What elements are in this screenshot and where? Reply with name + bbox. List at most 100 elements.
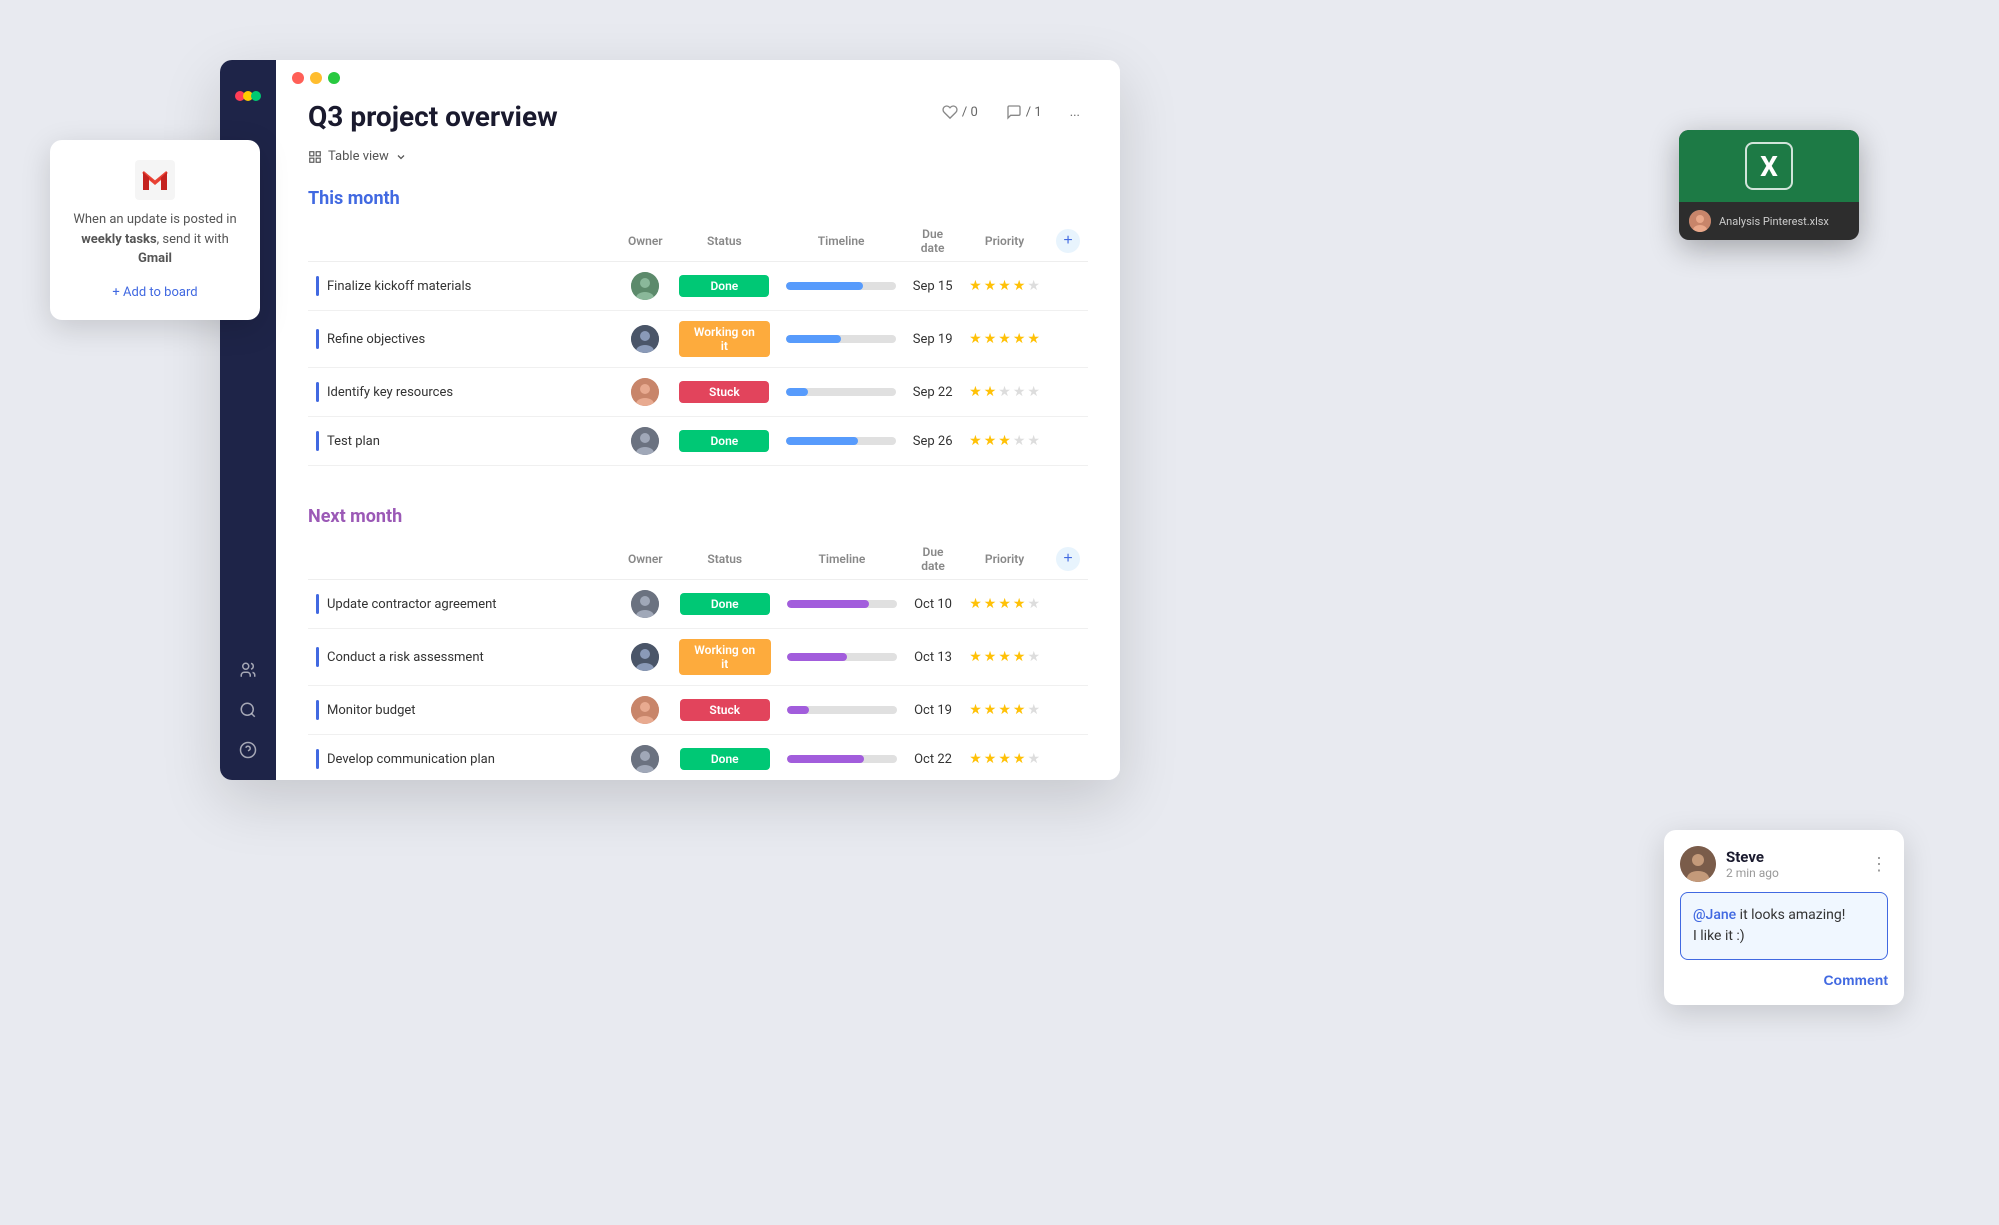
star-3: ★ xyxy=(998,278,1011,294)
comment-menu-button[interactable]: ⋮ xyxy=(1870,854,1888,875)
due-date-cell: Oct 13 xyxy=(905,629,961,686)
comment-timestamp: 2 min ago xyxy=(1726,866,1779,880)
due-date: Oct 13 xyxy=(914,650,952,665)
due-date: Sep 15 xyxy=(913,279,953,294)
star-2: ★ xyxy=(984,433,997,449)
star-5: ★ xyxy=(1027,751,1040,767)
table-row[interactable]: Monitor budget Stuck xyxy=(308,686,1088,735)
star-2: ★ xyxy=(984,751,997,767)
people-icon[interactable] xyxy=(234,656,262,684)
timeline-bar-container xyxy=(787,600,897,608)
task-border xyxy=(316,647,319,667)
due-date-cell: Sep 26 xyxy=(904,417,961,466)
timeline-bar-container xyxy=(786,388,896,396)
timeline-cell xyxy=(778,311,904,368)
status-cell: Working on it xyxy=(671,629,779,686)
page-header: Q3 project overview / 0 / 1 ... xyxy=(308,100,1088,133)
comments-button[interactable]: / 1 xyxy=(998,100,1050,124)
star-4: ★ xyxy=(1013,433,1026,449)
this-month-title: This month xyxy=(308,188,1088,209)
timeline-cell xyxy=(778,417,904,466)
timeline-cell xyxy=(778,368,904,417)
reactions-button[interactable]: / 0 xyxy=(934,100,986,124)
page-title: Q3 project overview xyxy=(308,100,558,133)
search-icon[interactable] xyxy=(234,696,262,724)
excel-footer: Analysis Pinterest.xlsx xyxy=(1679,202,1859,240)
next-month-title: Next month xyxy=(308,506,1088,527)
star-2: ★ xyxy=(984,702,997,718)
star-1: ★ xyxy=(969,433,982,449)
status-cell: Done xyxy=(671,580,779,629)
task-name: Develop communication plan xyxy=(327,752,495,767)
help-icon[interactable] xyxy=(234,736,262,764)
timeline-cell xyxy=(779,686,905,735)
star-1: ★ xyxy=(969,278,982,294)
task-name-cell: Finalize kickoff materials xyxy=(308,262,620,311)
owner-avatar xyxy=(631,696,659,724)
maximize-button[interactable] xyxy=(328,72,340,84)
star-2: ★ xyxy=(984,278,997,294)
timeline-bar-container xyxy=(786,335,896,343)
owner-avatar xyxy=(631,643,659,671)
comment-submit-button[interactable]: Comment xyxy=(1823,972,1888,988)
priority-cell: ★★★★★ xyxy=(961,262,1048,311)
task-name: Update contractor agreement xyxy=(327,597,497,612)
task-name: Test plan xyxy=(327,434,380,449)
minimize-button[interactable] xyxy=(310,72,322,84)
star-2: ★ xyxy=(984,331,997,347)
col-due-date-2: Due date xyxy=(905,539,961,580)
table-row[interactable]: Refine objectives Working on it xyxy=(308,311,1088,368)
owner-cell xyxy=(620,735,671,781)
star-4: ★ xyxy=(1013,751,1026,767)
due-date: Oct 19 xyxy=(914,703,952,718)
owner-cell xyxy=(620,417,671,466)
star-5: ★ xyxy=(1027,433,1040,449)
more-button[interactable]: ... xyxy=(1062,101,1088,124)
col-owner: Owner xyxy=(620,221,671,262)
status-badge: Done xyxy=(680,748,770,770)
priority-stars: ★★★★★ xyxy=(969,751,1040,767)
main-content: Q3 project overview / 0 / 1 ... xyxy=(276,60,1120,780)
table-row[interactable]: Conduct a risk assessment Working on it xyxy=(308,629,1088,686)
app-logo xyxy=(232,76,264,108)
timeline-bar xyxy=(787,653,848,661)
add-column-button-2[interactable]: + xyxy=(1056,547,1080,571)
table-row[interactable]: Test plan Done xyxy=(308,417,1088,466)
status-badge: Stuck xyxy=(679,381,769,403)
status-badge: Done xyxy=(679,275,769,297)
priority-cell: ★★★★★ xyxy=(961,368,1048,417)
reactions-count: / 0 xyxy=(962,105,978,120)
status-badge: Done xyxy=(679,430,769,452)
owner-avatar xyxy=(631,745,659,773)
owner-cell xyxy=(620,368,671,417)
timeline-cell xyxy=(778,262,904,311)
col-timeline-2: Timeline xyxy=(779,539,905,580)
add-to-board-link[interactable]: + Add to board xyxy=(112,285,197,300)
view-selector[interactable]: Table view xyxy=(308,149,1088,164)
task-border xyxy=(316,431,319,451)
owner-avatar xyxy=(631,325,659,353)
comments-count: / 1 xyxy=(1026,105,1042,120)
add-column-button[interactable]: + xyxy=(1056,229,1080,253)
excel-integration-card: X Analysis Pinterest.xlsx xyxy=(1679,130,1859,240)
app-window: Q3 project overview / 0 / 1 ... xyxy=(220,60,1120,780)
this-month-table: Owner Status Timeline Due date Priority … xyxy=(308,221,1088,466)
extra-cell xyxy=(1048,417,1088,466)
table-row[interactable]: Update contractor agreement Done xyxy=(308,580,1088,629)
traffic-lights xyxy=(276,60,356,92)
status-cell: Done xyxy=(671,262,779,311)
due-date-cell: Sep 19 xyxy=(904,311,961,368)
excel-user-avatar xyxy=(1689,210,1711,232)
star-5: ★ xyxy=(1027,649,1040,665)
task-border xyxy=(316,749,319,769)
priority-cell: ★★★★★ xyxy=(961,735,1048,781)
close-button[interactable] xyxy=(292,72,304,84)
due-date: Sep 19 xyxy=(913,332,953,347)
table-row[interactable]: Identify key resources Stuck xyxy=(308,368,1088,417)
table-row[interactable]: Develop communication plan Done xyxy=(308,735,1088,781)
star-3: ★ xyxy=(998,702,1011,718)
star-3: ★ xyxy=(998,596,1011,612)
due-date: Sep 26 xyxy=(913,434,953,449)
table-row[interactable]: Finalize kickoff materials Done xyxy=(308,262,1088,311)
star-1: ★ xyxy=(969,384,982,400)
